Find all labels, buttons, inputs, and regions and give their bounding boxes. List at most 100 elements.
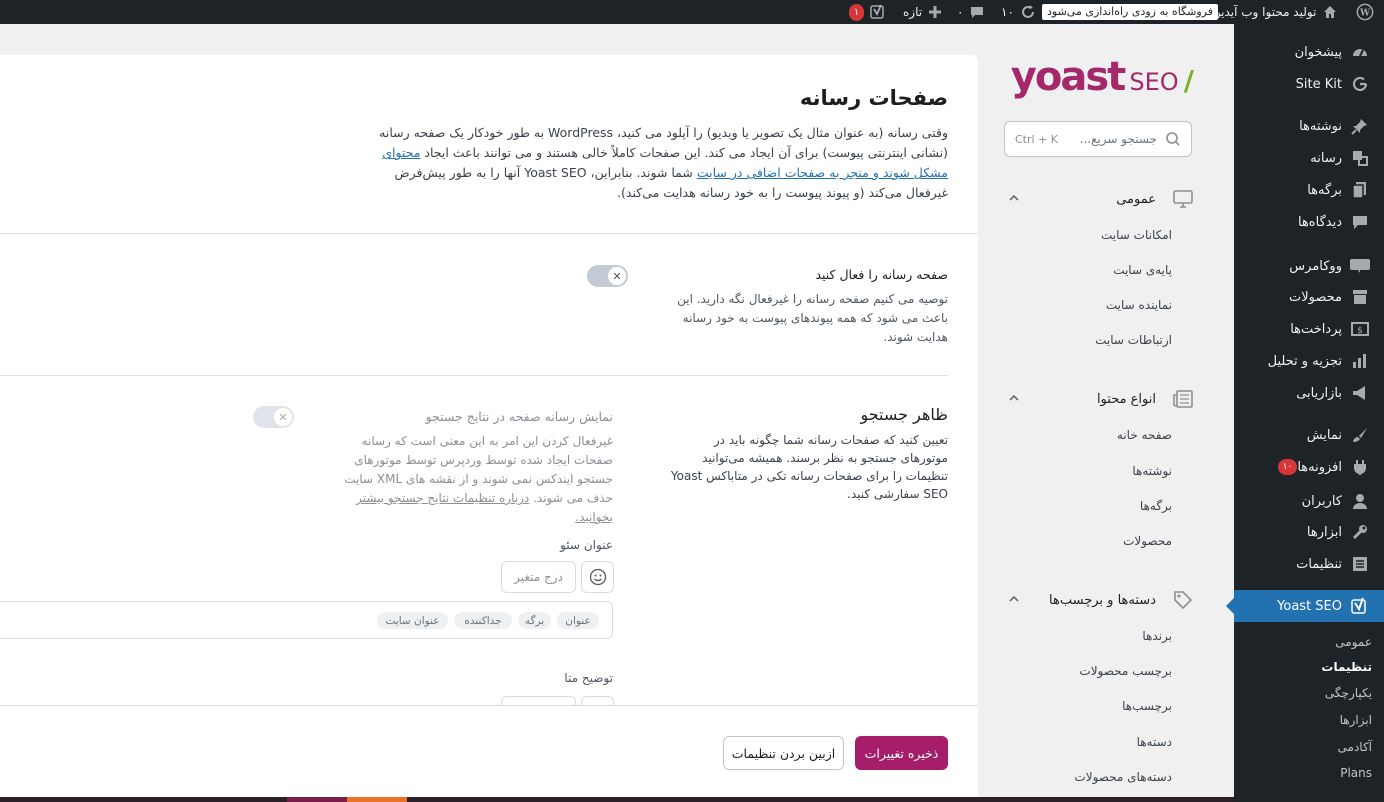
snippet-tag-separator[interactable]: جداکننده bbox=[454, 612, 512, 629]
menu-item-payments[interactable]: پرداخت‌ها $ bbox=[1234, 315, 1384, 343]
nav-group-content-types[interactable]: انواع محتوا bbox=[1097, 388, 1194, 410]
nav-item-site-connections[interactable]: ارتباطات سایت bbox=[1095, 333, 1172, 347]
megaphone-icon bbox=[1350, 383, 1370, 403]
monitor-icon bbox=[1172, 188, 1194, 210]
divider bbox=[0, 375, 948, 376]
close-icon: ✕ bbox=[608, 267, 626, 285]
search-icon bbox=[1166, 132, 1180, 146]
menu-item-products[interactable]: محصولات bbox=[1234, 283, 1384, 311]
submenu-academy[interactable]: آکادمی bbox=[1338, 740, 1372, 754]
chevron-up-icon[interactable] bbox=[1007, 391, 1021, 405]
nav-group-general[interactable]: عمومی bbox=[1116, 188, 1194, 210]
meta-insert-variable-button[interactable] bbox=[501, 696, 576, 705]
menu-item-media[interactable]: رسانه bbox=[1234, 144, 1384, 172]
new-label: تازه bbox=[903, 5, 923, 19]
search-placeholder: جستجو سریع... bbox=[1079, 132, 1157, 146]
chevron-up-icon[interactable] bbox=[1007, 191, 1021, 205]
meta-emoji-picker-button[interactable] bbox=[581, 696, 614, 705]
nav-item-brands[interactable]: برندها bbox=[1142, 629, 1172, 643]
nav-item-site-representation[interactable]: نماینده سایت bbox=[1106, 298, 1172, 312]
menu-item-label: محصولات bbox=[1289, 289, 1342, 305]
nav-group-label: عمومی bbox=[1116, 191, 1156, 207]
site-name-link[interactable]: تولید محتوا وب آیدین bbox=[1212, 0, 1338, 24]
insert-variable-button[interactable]: درج متغیر bbox=[501, 561, 576, 593]
menu-item-appearance[interactable]: نمایش bbox=[1234, 421, 1384, 449]
pin-icon bbox=[1350, 116, 1370, 136]
enable-media-pages-toggle[interactable]: ✕ bbox=[587, 265, 628, 287]
menu-item-analytics[interactable]: تجزیه و تحلیل bbox=[1234, 347, 1384, 375]
quick-search-input[interactable]: جستجو سریع... Ctrl + K bbox=[1004, 121, 1192, 157]
comments-count: ۰ bbox=[957, 5, 964, 19]
nav-item-site-basics[interactable]: پایه‌ی سایت bbox=[1113, 263, 1172, 277]
yoast-icon bbox=[1350, 596, 1370, 616]
snippet-tag-page[interactable]: برگه bbox=[518, 612, 551, 629]
menu-item-tools[interactable]: ابزارها bbox=[1234, 518, 1384, 546]
show-in-results-label: نمایش رسانه صفحه در نتایج جستجو bbox=[425, 409, 613, 424]
chevron-up-icon[interactable] bbox=[1007, 592, 1021, 606]
wordpress-logo-icon[interactable]: W bbox=[1356, 0, 1374, 24]
nav-item-site-features[interactable]: امکانات سایت bbox=[1101, 228, 1172, 242]
nav-item-posts[interactable]: نوشته‌ها bbox=[1132, 464, 1172, 478]
page-intro: وقتی رسانه (به عنوان مثال یک تصویر یا وی… bbox=[352, 123, 948, 203]
store-notice[interactable]: فروشگاه به زودی راه‌اندازی می‌شود bbox=[1042, 0, 1218, 24]
store-notice-text: فروشگاه به زودی راه‌اندازی می‌شود bbox=[1042, 4, 1218, 20]
menu-item-posts[interactable]: نوشته‌ها bbox=[1234, 112, 1384, 140]
new-content-link[interactable]: تازه bbox=[903, 0, 942, 24]
search-shortcut: Ctrl + K bbox=[1015, 132, 1058, 146]
admin-bar: W تولید محتوا وب آیدین فروشگاه به زودی ر… bbox=[0, 0, 1384, 24]
submenu-plans[interactable]: Plans bbox=[1340, 766, 1372, 780]
nav-item-homepage[interactable]: صفحه خانه bbox=[1117, 428, 1172, 442]
snippet-tag-site-title[interactable]: عنوان سایت bbox=[377, 612, 448, 629]
menu-item-settings[interactable]: تنظیمات bbox=[1234, 550, 1384, 578]
admin-menu: پیشخوان Site Kit نوشته‌ها رسانه برگه‌ها … bbox=[1226, 24, 1384, 802]
submenu-general[interactable]: عمومی bbox=[1335, 635, 1372, 649]
menu-item-plugins[interactable]: ۱۰ افزونه‌ها bbox=[1234, 453, 1384, 481]
nav-item-product-categories[interactable]: دسته‌های محصولات bbox=[1074, 770, 1172, 784]
menu-item-dashboard[interactable]: پیشخوان bbox=[1234, 38, 1384, 66]
smiley-icon bbox=[589, 568, 606, 586]
menu-item-pages[interactable]: برگه‌ها bbox=[1234, 176, 1384, 204]
nav-group-label: دسته‌ها و برچسب‌ها bbox=[1049, 592, 1156, 608]
submenu-settings[interactable]: تنظیمات bbox=[1321, 660, 1372, 674]
menu-item-woocommerce[interactable]: ووکامرس bbox=[1234, 252, 1384, 280]
menu-item-label: نمایش bbox=[1306, 427, 1342, 443]
brush-icon bbox=[1350, 425, 1370, 445]
submenu-integrations[interactable]: یکپارچگی bbox=[1325, 686, 1372, 700]
bottom-strip-segment bbox=[347, 797, 407, 802]
submenu-tools[interactable]: ابزارها bbox=[1340, 713, 1372, 727]
comments-link[interactable]: ۰ bbox=[957, 0, 985, 24]
menu-item-yoast-seo[interactable]: Yoast SEO bbox=[1226, 590, 1384, 622]
nav-group-taxonomies[interactable]: دسته‌ها و برچسب‌ها bbox=[1049, 589, 1194, 611]
menu-item-marketing[interactable]: بازاریابی bbox=[1234, 379, 1384, 407]
nav-item-pages[interactable]: برگه‌ها bbox=[1140, 499, 1172, 513]
search-appearance-desc: تعیین کنید که صفحات رسانه شما چگونه باید… bbox=[670, 433, 948, 501]
menu-item-site-kit[interactable]: Site Kit bbox=[1234, 70, 1384, 98]
menu-item-label: دیدگاه‌ها bbox=[1297, 214, 1342, 230]
divider bbox=[0, 233, 978, 234]
plus-icon bbox=[929, 6, 942, 18]
menu-item-users[interactable]: کاربران bbox=[1234, 487, 1384, 515]
nav-item-tags[interactable]: برچسب‌ها bbox=[1122, 699, 1172, 713]
yoast-adminbar-menu[interactable]: ۱ bbox=[849, 0, 886, 24]
snippet-tag-title[interactable]: عنوان bbox=[557, 612, 599, 629]
payments-icon: $ bbox=[1350, 319, 1370, 339]
yoast-settings-nav: yoast SEO / جستجو سریع... Ctrl + K عمومی… bbox=[979, 24, 1234, 802]
yoast-logo: yoast SEO / bbox=[1011, 54, 1194, 100]
show-in-results-toggle[interactable]: ✕ bbox=[253, 406, 294, 428]
nav-item-product-tags[interactable]: برچسب محصولات bbox=[1079, 664, 1172, 678]
bottom-strip bbox=[0, 797, 1234, 802]
svg-text:$: $ bbox=[1357, 326, 1363, 336]
seo-title-label: عنوان سئو bbox=[560, 538, 613, 552]
meta-description-label: توضیح متا bbox=[564, 671, 613, 685]
discard-changes-button[interactable]: ازبین بردن تنظیمات bbox=[723, 736, 844, 770]
menu-item-comments[interactable]: دیدگاه‌ها bbox=[1234, 208, 1384, 236]
emoji-picker-button[interactable] bbox=[581, 561, 614, 593]
menu-item-label: نوشته‌ها bbox=[1299, 118, 1342, 134]
products-icon bbox=[1350, 287, 1370, 307]
nav-item-categories[interactable]: دسته‌ها bbox=[1137, 735, 1172, 749]
dashboard-icon bbox=[1350, 42, 1370, 62]
menu-item-label: بازاریابی bbox=[1296, 385, 1342, 401]
save-changes-button[interactable]: ذخیره تغییرات bbox=[855, 736, 948, 770]
updates-link[interactable]: ۱۰ bbox=[1001, 0, 1036, 24]
nav-item-products[interactable]: محصولات bbox=[1123, 534, 1172, 548]
